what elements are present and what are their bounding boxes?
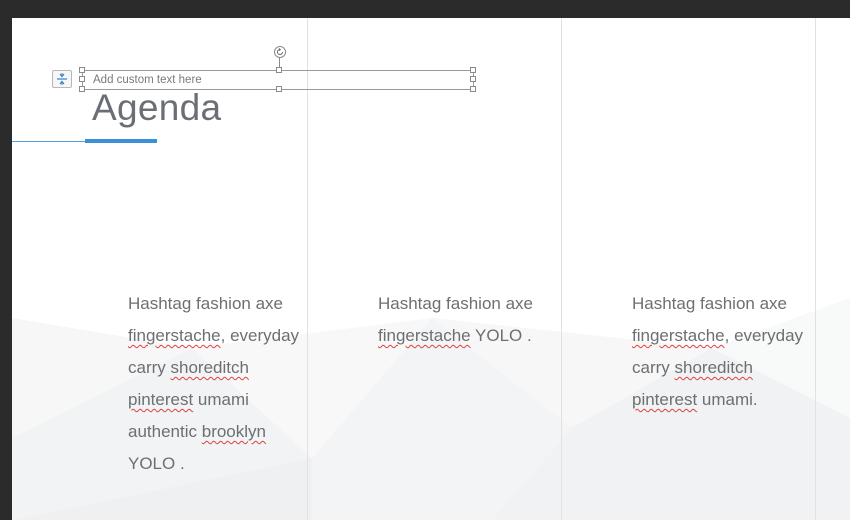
resize-handle-bottom-right[interactable]	[470, 86, 476, 92]
text-segment: YOLO .	[470, 326, 532, 345]
text-segment: carry	[128, 358, 171, 377]
misspelled-word: shoreditch	[674, 358, 753, 377]
text-segment: Hashtag fashion axe	[378, 294, 533, 313]
misspelled-word: pinterest	[632, 390, 698, 409]
text-segment: umami.	[697, 390, 758, 409]
text-segment: umami	[193, 390, 249, 409]
text-segment: authentic	[128, 422, 202, 441]
text-line: fingerstache, everyday	[128, 320, 299, 352]
column-divider-3	[815, 18, 816, 520]
text-line: authentic brooklyn	[128, 416, 299, 448]
slide-title[interactable]: Agenda	[92, 87, 221, 129]
text-line: YOLO .	[128, 448, 299, 480]
text-line: fingerstache, everyday	[632, 320, 803, 352]
title-accent-bar	[85, 139, 157, 143]
misspelled-word: brooklyn	[201, 422, 266, 441]
editor-canvas: Agenda Add custom text here Hashtag fash…	[0, 0, 850, 520]
resize-handle-top-center[interactable]	[276, 67, 282, 73]
misspelled-word: fingerstache	[128, 326, 221, 345]
text-segment: carry	[632, 358, 675, 377]
misspelled-word: pinterest	[128, 390, 194, 409]
column-3-text[interactable]: Hashtag fashion axe fingerstache, everyda…	[632, 288, 803, 416]
column-1-text[interactable]: Hashtag fashion axe fingerstache, everyda…	[128, 288, 299, 480]
slide[interactable]: Agenda Add custom text here Hashtag fash…	[12, 18, 850, 520]
column-2-text[interactable]: Hashtag fashion axe fingerstache YOLO .	[378, 288, 533, 352]
column-divider-1	[307, 18, 308, 520]
text-segment: , everyday	[220, 326, 300, 345]
misspelled-word: shoreditch	[170, 358, 249, 377]
misspelled-word: fingerstache	[632, 326, 725, 345]
resize-handle-bottom-center[interactable]	[276, 86, 282, 92]
text-line: fingerstache YOLO .	[378, 320, 533, 352]
text-segment: Hashtag fashion axe	[632, 294, 787, 313]
text-line: pinterest umami	[128, 384, 299, 416]
resize-handle-middle-left[interactable]	[79, 76, 85, 82]
text-line: Hashtag fashion axe	[128, 288, 299, 320]
resize-handle-top-left[interactable]	[79, 67, 85, 73]
text-line: Hashtag fashion axe	[632, 288, 803, 320]
rotate-handle[interactable]	[274, 46, 286, 58]
distribute-button[interactable]	[52, 70, 72, 88]
rotate-icon	[277, 48, 283, 55]
text-line: Hashtag fashion axe	[378, 288, 533, 320]
column-divider-2	[561, 18, 562, 520]
text-segment: Hashtag fashion axe	[128, 294, 283, 313]
resize-handle-middle-right[interactable]	[470, 76, 476, 82]
text-segment: YOLO .	[128, 454, 185, 473]
custom-text-placeholder: Add custom text here	[93, 74, 202, 86]
text-line: pinterest umami.	[632, 384, 803, 416]
text-line: carry shoreditch	[128, 352, 299, 384]
text-line: carry shoreditch	[632, 352, 803, 384]
misspelled-word: fingerstache	[378, 326, 471, 345]
distribute-vertical-icon	[57, 73, 67, 85]
text-segment: , everyday	[724, 326, 804, 345]
resize-handle-top-right[interactable]	[470, 67, 476, 73]
resize-handle-bottom-left[interactable]	[79, 86, 85, 92]
